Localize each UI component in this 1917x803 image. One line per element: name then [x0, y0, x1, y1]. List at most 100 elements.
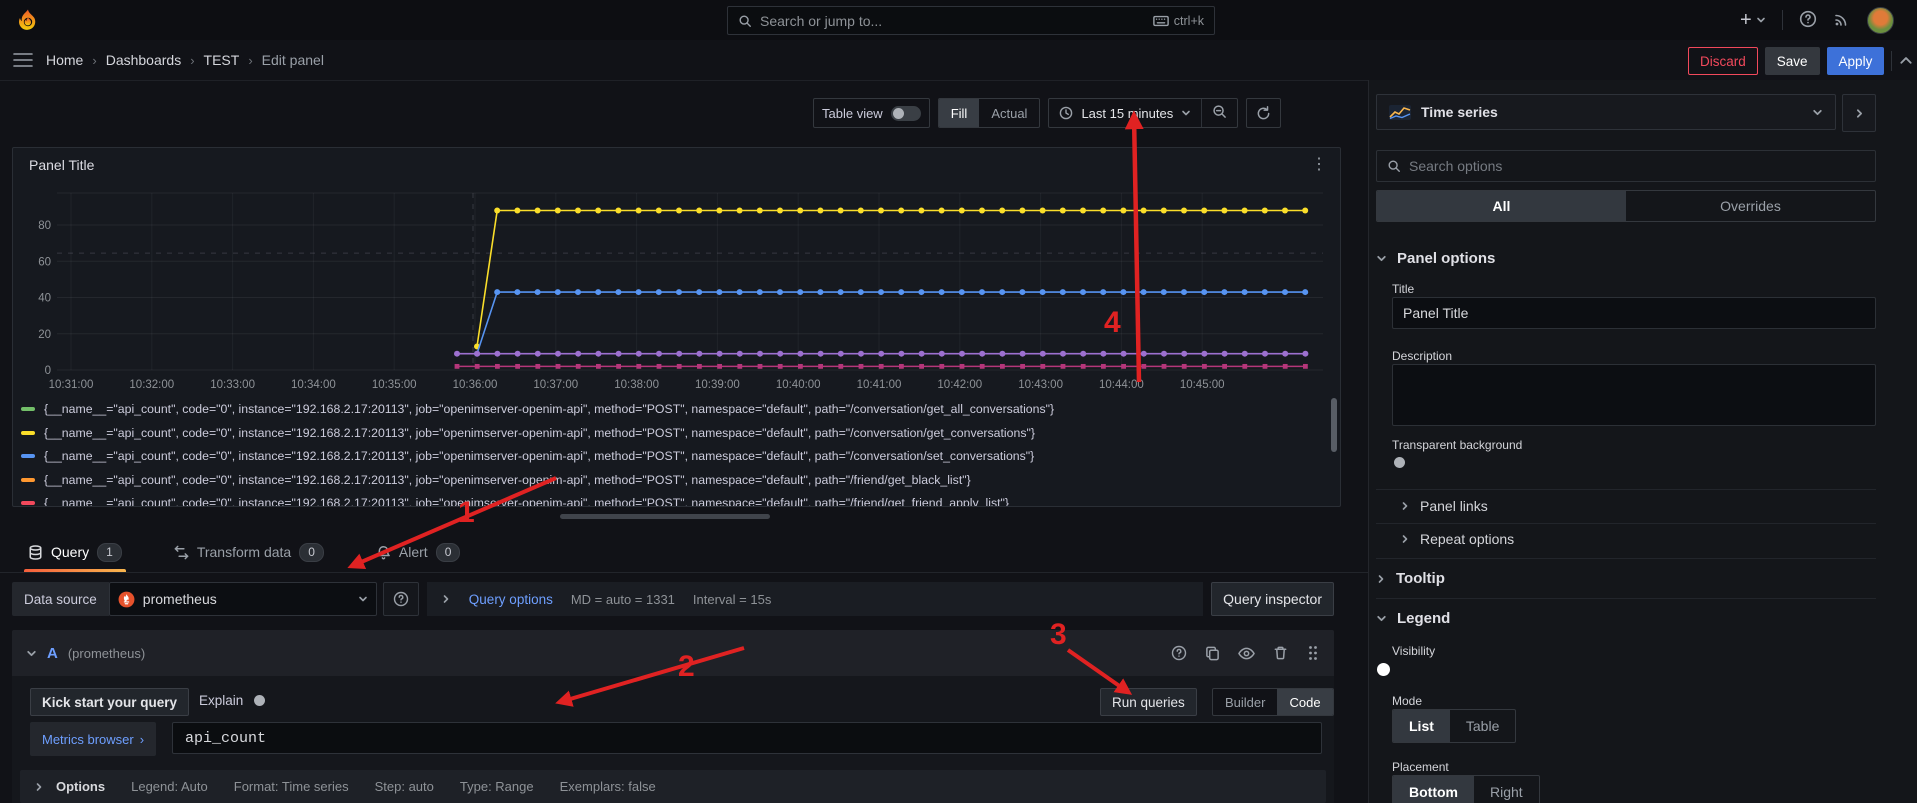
query-options-link[interactable]: Query options — [469, 592, 553, 607]
delete-query-trash-icon[interactable] — [1273, 645, 1288, 661]
description-textarea[interactable] — [1392, 364, 1876, 426]
section-legend[interactable]: Legend — [1376, 610, 1450, 627]
chevron-right-icon — [1376, 574, 1386, 584]
legend-item[interactable]: {__name__="api_count", code="0", instanc… — [21, 469, 1321, 491]
tab-alert[interactable]: Alert 0 — [372, 532, 464, 572]
svg-text:10:41:00: 10:41:00 — [857, 379, 902, 391]
chevron-right-icon — [1400, 501, 1410, 511]
section-panel-links[interactable]: Panel links — [1400, 498, 1488, 514]
chevron-down-icon — [1756, 15, 1766, 25]
legend-series-label: {__name__="api_count", code="0", instanc… — [44, 496, 1009, 507]
divider — [1376, 489, 1876, 490]
collapse-header-chevron-up-icon[interactable] — [1899, 54, 1913, 68]
section-repeat-options[interactable]: Repeat options — [1400, 531, 1514, 547]
toggle-visibility-eye-icon[interactable] — [1238, 646, 1255, 661]
collapse-options-pane-button[interactable] — [1842, 94, 1876, 132]
refresh-icon — [1256, 106, 1271, 121]
legend-placement-switch: Bottom Right — [1392, 775, 1540, 803]
table-view-toggle[interactable] — [891, 106, 921, 121]
time-range-picker[interactable]: Last 15 minutes — [1049, 106, 1201, 121]
datasource-help-button[interactable] — [383, 582, 419, 616]
builder-option[interactable]: Builder — [1213, 689, 1277, 715]
legend-scrollbar[interactable] — [1331, 398, 1337, 452]
collapse-chevron-icon[interactable] — [26, 648, 37, 659]
bell-icon — [376, 545, 391, 560]
apply-button[interactable]: Apply — [1827, 47, 1885, 75]
search-options-input[interactable]: Search options — [1376, 150, 1876, 182]
time-range-label: Last 15 minutes — [1081, 106, 1173, 121]
promql-expression-input[interactable]: api_count — [172, 722, 1322, 754]
actual-option[interactable]: Actual — [979, 99, 1039, 127]
refresh-button[interactable] — [1246, 98, 1281, 128]
placement-bottom-option[interactable]: Bottom — [1393, 776, 1474, 803]
timeseries-panel: Panel Title ⋮ 02040608010:31:0010:32:001… — [12, 147, 1341, 507]
tab-all[interactable]: All — [1377, 191, 1626, 221]
query-datasource-hint: (prometheus) — [68, 646, 145, 661]
transform-icon — [174, 545, 189, 560]
breadcrumb-home[interactable]: Home — [46, 52, 83, 68]
breadcrumb-dashboard-name[interactable]: TEST — [204, 52, 240, 68]
query-options-strip[interactable]: Options Legend: Auto Format: Time series… — [20, 770, 1326, 803]
user-avatar[interactable] — [1867, 7, 1894, 34]
legend-series-swatch — [21, 478, 35, 482]
query-row-header[interactable]: A (prometheus) — [12, 630, 1334, 676]
section-tooltip[interactable]: Tooltip — [1376, 570, 1445, 587]
chevron-right-icon — [34, 782, 44, 792]
query-help-icon[interactable] — [1171, 645, 1187, 661]
option-exemplars: Exemplars: false — [560, 779, 656, 794]
legend-mode-switch: List Table — [1392, 709, 1516, 743]
prometheus-icon — [118, 591, 135, 608]
visualization-picker[interactable]: Time series — [1376, 94, 1836, 130]
save-button[interactable]: Save — [1765, 47, 1820, 75]
drag-handle-icon[interactable] — [1306, 645, 1320, 661]
legend-series-swatch — [21, 501, 35, 505]
discard-button[interactable]: Discard — [1688, 47, 1758, 75]
kick-start-query-button[interactable]: Kick start your query — [30, 688, 189, 716]
datasource-value: prometheus — [143, 591, 350, 607]
datasource-row: Data source prometheus Query options MD … — [12, 582, 1334, 616]
svg-text:10:44:00: 10:44:00 — [1099, 379, 1144, 391]
query-inspector-button[interactable]: Query inspector — [1211, 582, 1334, 616]
zoom-out-time-button[interactable] — [1202, 104, 1237, 122]
breadcrumb-dashboards[interactable]: Dashboards — [106, 52, 182, 68]
new-menu-button[interactable]: + — [1740, 9, 1766, 32]
legend-item[interactable]: {__name__="api_count", code="0", instanc… — [21, 492, 1321, 507]
legend-item[interactable]: {__name__="api_count", code="0", instanc… — [21, 422, 1321, 444]
metrics-browser-button[interactable]: Metrics browser › — [30, 722, 156, 756]
tab-overrides[interactable]: Overrides — [1626, 191, 1875, 221]
main-menu-button[interactable] — [13, 52, 33, 71]
mode-table-option[interactable]: Table — [1450, 710, 1515, 742]
global-search-input[interactable]: Search or jump to... ctrl+k — [727, 6, 1215, 35]
tab-query[interactable]: Query 1 — [24, 532, 126, 572]
svg-text:80: 80 — [38, 220, 51, 232]
chevron-down-icon — [1376, 253, 1387, 264]
placement-right-option[interactable]: Right — [1474, 776, 1539, 803]
svg-text:10:39:00: 10:39:00 — [695, 379, 740, 391]
mode-list-option[interactable]: List — [1393, 710, 1450, 742]
hamburger-icon — [13, 52, 33, 68]
svg-text:10:45:00: 10:45:00 — [1180, 379, 1225, 391]
panel-title-input[interactable]: Panel Title — [1392, 297, 1876, 329]
tab-transform-data[interactable]: Transform data 0 — [170, 532, 328, 572]
visibility-label: Visibility — [1392, 644, 1435, 658]
search-options-placeholder: Search options — [1409, 158, 1502, 174]
breadcrumb: Home › Dashboards › TEST › Edit panel — [46, 40, 324, 80]
legend-item[interactable]: {__name__="api_count", code="0", instanc… — [21, 398, 1321, 420]
alert-count-badge: 0 — [436, 543, 461, 562]
table-view-label: Table view — [822, 106, 883, 121]
section-panel-options[interactable]: Panel options — [1376, 250, 1495, 267]
news-button[interactable] — [1833, 10, 1851, 31]
chevron-right: › — [140, 732, 144, 747]
code-option[interactable]: Code — [1277, 689, 1332, 715]
help-button[interactable] — [1799, 10, 1817, 31]
all-overrides-tabs: All Overrides — [1376, 190, 1876, 222]
run-queries-button[interactable]: Run queries — [1100, 688, 1197, 716]
fill-option[interactable]: Fill — [939, 99, 980, 127]
explain-label: Explain — [199, 693, 243, 708]
duplicate-query-icon[interactable] — [1205, 645, 1220, 661]
legend-item[interactable]: {__name__="api_count", code="0", instanc… — [21, 445, 1321, 467]
grafana-logo-icon[interactable] — [16, 8, 40, 35]
timeseries-chart[interactable]: 02040608010:31:0010:32:0010:33:0010:34:0… — [13, 148, 1340, 398]
pane-resize-handle[interactable] — [560, 514, 770, 519]
datasource-picker[interactable]: prometheus — [109, 582, 377, 616]
